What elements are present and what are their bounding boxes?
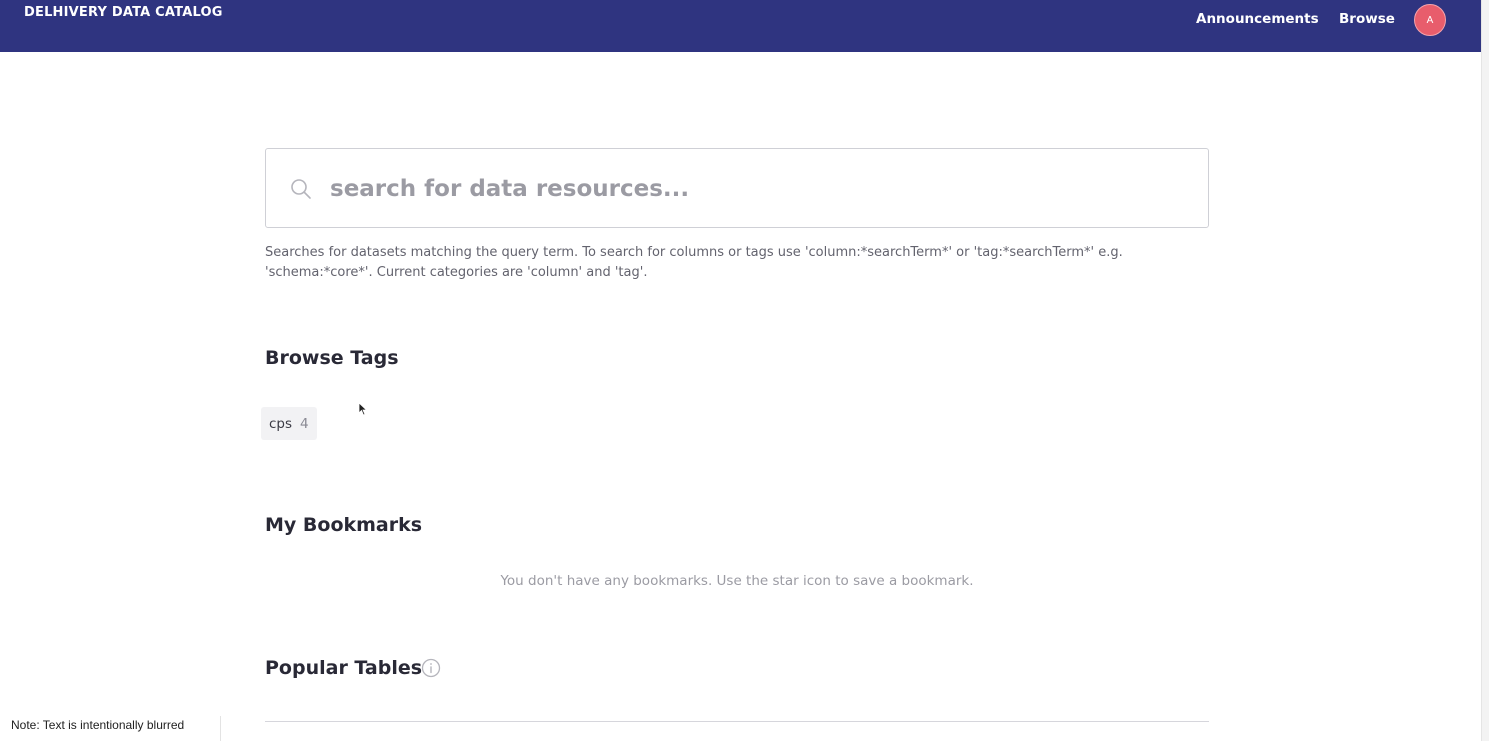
tag-count: 4 bbox=[300, 415, 309, 432]
search-input[interactable] bbox=[330, 169, 1190, 209]
nav-browse-link[interactable]: Browse bbox=[1339, 11, 1395, 27]
brand-title[interactable]: DELHIVERY DATA CATALOG bbox=[24, 5, 223, 20]
nav-announcements-link[interactable]: Announcements bbox=[1196, 11, 1319, 27]
page-scrollbar[interactable] bbox=[1481, 0, 1489, 741]
mouse-cursor-icon bbox=[358, 402, 368, 416]
tag-chip-cps[interactable]: cps 4 bbox=[261, 407, 317, 440]
section-divider bbox=[265, 721, 1209, 722]
blur-note: Note: Text is intentionally blurred bbox=[11, 718, 185, 732]
top-navbar: DELHIVERY DATA CATALOG Announcements Bro… bbox=[0, 0, 1481, 52]
popular-tables-title: Popular Tables bbox=[265, 657, 423, 679]
user-avatar[interactable]: A bbox=[1414, 4, 1446, 36]
search-box[interactable] bbox=[265, 148, 1209, 228]
note-separator bbox=[220, 716, 221, 741]
info-icon[interactable] bbox=[421, 658, 441, 678]
my-bookmarks-title: My Bookmarks bbox=[265, 514, 423, 536]
search-icon bbox=[291, 179, 311, 199]
browse-tags-title: Browse Tags bbox=[265, 347, 399, 369]
search-help-text: Searches for datasets matching the query… bbox=[265, 245, 1123, 280]
bookmarks-empty-message: You don't have any bookmarks. Use the st… bbox=[500, 573, 974, 589]
avatar-initial: A bbox=[1426, 14, 1434, 26]
tag-name: cps bbox=[269, 415, 293, 432]
